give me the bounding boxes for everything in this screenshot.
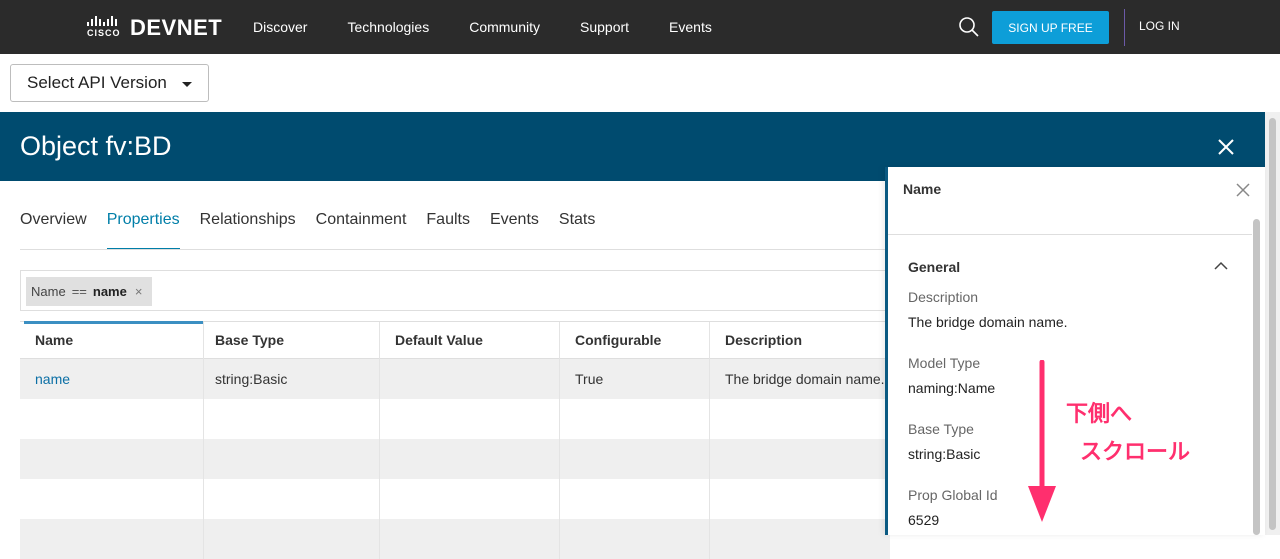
annotation-text-line1: 下側へ — [1066, 401, 1133, 426]
table-row-empty — [20, 399, 890, 439]
column-header-description[interactable]: Description — [710, 322, 890, 359]
devnet-wordmark: DEVNET — [130, 15, 223, 40]
column-header-base-type[interactable]: Base Type — [200, 322, 380, 359]
section-general-title[interactable]: General — [908, 259, 960, 275]
table-row-empty — [20, 519, 890, 559]
tab-events[interactable]: Events — [490, 181, 539, 250]
field-label-description: Description — [908, 289, 979, 305]
table-row-empty — [20, 479, 890, 519]
filter-chip-operator: == — [71, 284, 87, 299]
caret-down-icon — [182, 82, 192, 87]
api-version-select[interactable]: Select API Version — [10, 64, 209, 102]
nav-divider — [1124, 9, 1125, 46]
cisco-wordmark: CISCO — [87, 28, 121, 38]
property-detail-panel: Name General Description The bridge doma… — [885, 167, 1265, 535]
row-configurable: True — [560, 359, 710, 399]
panel-scrollbar[interactable] — [1252, 217, 1262, 535]
main-nav: Discover Technologies Community Support … — [233, 0, 732, 54]
log-in-link[interactable]: LOG IN — [1139, 19, 1180, 33]
filter-chip[interactable]: Name == name × — [26, 277, 153, 306]
scroll-down-arrow-icon — [1028, 360, 1056, 522]
object-tabs: Overview Properties Relationships Contai… — [20, 181, 615, 250]
object-title: Object fv:BD — [20, 131, 172, 161]
filter-chip-field: Name — [31, 284, 66, 299]
nav-community[interactable]: Community — [449, 0, 560, 54]
field-value-prop-global-id: 6529 — [908, 512, 940, 528]
api-version-label: Select API Version — [27, 73, 167, 92]
cisco-logo-icon: CISCO — [85, 14, 121, 40]
column-header-configurable[interactable]: Configurable — [560, 322, 710, 359]
page-scrollbar-thumb[interactable] — [1269, 118, 1276, 530]
field-label-base-type: Base Type — [908, 421, 974, 437]
field-value-description: The bridge domain name. — [908, 314, 1068, 330]
search-icon[interactable] — [958, 16, 980, 38]
remove-filter-icon[interactable]: × — [135, 284, 143, 299]
row-description: The bridge domain name. — [725, 371, 885, 387]
tab-containment[interactable]: Containment — [316, 181, 407, 250]
panel-header: Name — [888, 167, 1252, 235]
panel-title: Name — [903, 181, 942, 197]
row-default-value — [380, 359, 560, 399]
field-value-model-type: naming:Name — [908, 380, 996, 396]
properties-table: Name Base Type Default Value Configurabl… — [20, 321, 890, 559]
filter-input[interactable]: Name == name × — [20, 270, 890, 311]
field-value-base-type: string:Basic — [908, 446, 981, 462]
page-scrollbar[interactable] — [1265, 112, 1280, 535]
sign-up-button[interactable]: SIGN UP FREE — [992, 11, 1109, 44]
nav-support[interactable]: Support — [560, 0, 649, 54]
row-name-link[interactable]: name — [20, 359, 204, 399]
table-row[interactable]: name string:Basic True The bridge domain… — [20, 359, 890, 399]
table-row-empty — [20, 439, 890, 479]
top-navbar: CISCO DEVNET Discover Technologies Commu… — [0, 0, 1280, 54]
tab-overview[interactable]: Overview — [20, 181, 87, 250]
close-icon[interactable] — [1234, 181, 1252, 199]
nav-discover[interactable]: Discover — [233, 0, 327, 54]
filter-chip-value: name — [92, 284, 127, 299]
tab-stats[interactable]: Stats — [559, 181, 595, 250]
nav-events[interactable]: Events — [649, 0, 732, 54]
annotation-text-line2: スクロール — [1080, 439, 1191, 464]
column-header-name[interactable]: Name — [20, 321, 204, 359]
panel-scrollbar-thumb[interactable] — [1253, 219, 1260, 535]
column-header-default-value[interactable]: Default Value — [380, 322, 560, 359]
tab-relationships[interactable]: Relationships — [200, 181, 296, 250]
nav-technologies[interactable]: Technologies — [327, 0, 449, 54]
row-base-type: string:Basic — [200, 359, 380, 399]
chevron-up-icon[interactable] — [1214, 259, 1228, 273]
tab-faults[interactable]: Faults — [426, 181, 470, 250]
tabs-divider — [20, 249, 890, 250]
field-label-prop-global-id: Prop Global Id — [908, 487, 998, 503]
tab-properties[interactable]: Properties — [106, 181, 180, 250]
close-icon[interactable] — [1215, 136, 1237, 158]
field-label-model-type: Model Type — [908, 355, 981, 371]
table-header-row: Name Base Type Default Value Configurabl… — [20, 321, 890, 359]
